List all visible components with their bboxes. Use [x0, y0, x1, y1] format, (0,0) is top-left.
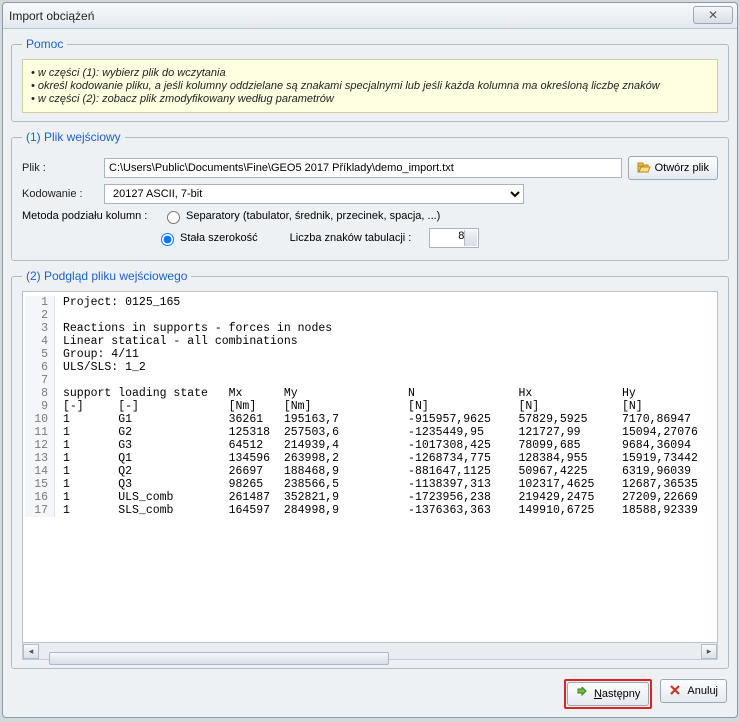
preview-textarea[interactable]: 1 2 3 4 5 6 7 8 9 10 11 12 13 14 15 16 1… [22, 291, 718, 643]
dialog-window: Import obciążeń ✕ Pomoc • w części (1): … [2, 2, 738, 718]
line-number-gutter: 1 2 3 4 5 6 7 8 9 10 11 12 13 14 15 16 1… [25, 296, 55, 517]
close-icon: ✕ [708, 8, 718, 22]
split-label: Metoda podziału kolumn : [22, 210, 156, 222]
footer: Następny Anuluj [11, 673, 729, 711]
preview-code: Project: 0125_165 Reactions in supports … [55, 296, 698, 517]
cancel-button[interactable]: Anuluj [660, 679, 727, 703]
file-label: Plik : [22, 162, 104, 174]
scroll-right-button[interactable]: ▸ [701, 644, 717, 659]
input-file-group: (1) Plik wejściowy Plik : Otwórz plik Ko… [11, 130, 729, 261]
content-area: Pomoc • w części (1): wybierz plik do wc… [3, 29, 737, 717]
help-line: • w części (2): zobacz plik zmodyfikowan… [31, 93, 709, 105]
separator-radio-input[interactable] [167, 211, 180, 224]
help-group: Pomoc • w części (1): wybierz plik do wc… [11, 37, 729, 122]
open-file-label: Otwórz plik [655, 162, 709, 174]
file-path-input[interactable] [104, 158, 622, 178]
help-line: • w części (1): wybierz plik do wczytani… [31, 67, 709, 79]
preview-legend: (2) Podgląd pliku wejściowego [22, 269, 191, 283]
help-legend: Pomoc [22, 37, 67, 51]
open-file-button[interactable]: Otwórz plik [628, 156, 718, 180]
cancel-icon [669, 684, 683, 698]
separator-radio[interactable]: Separatory (tabulator, średnik, przecine… [162, 208, 440, 224]
scroll-left-button[interactable]: ◂ [23, 644, 39, 659]
scroll-thumb[interactable] [49, 652, 389, 665]
encoding-combo[interactable]: 20127 ASCII, 7-bit [104, 184, 524, 204]
tab-count-spinner[interactable]: 8 [429, 228, 479, 248]
next-button-label: Następny [594, 688, 640, 700]
close-button[interactable]: ✕ [693, 6, 733, 24]
window-title: Import obciążeń [9, 9, 94, 23]
encoding-row: Kodowanie : 20127 ASCII, 7-bit [22, 184, 718, 204]
next-button[interactable]: Następny [567, 682, 649, 706]
fixed-width-radio-input[interactable] [161, 233, 174, 246]
tab-count-label: Liczba znaków tabulacji : [290, 232, 412, 244]
horizontal-scrollbar[interactable]: ◂ ▸ [22, 643, 718, 660]
arrow-right-icon [576, 687, 590, 701]
next-button-highlight: Następny [564, 679, 652, 709]
preview-group: (2) Podgląd pliku wejściowego 1 2 3 4 5 … [11, 269, 729, 669]
help-line: • określ kodowanie pliku, a jeśli kolumn… [31, 80, 709, 92]
titlebar: Import obciążeń ✕ [3, 3, 737, 29]
encoding-label: Kodowanie : [22, 188, 104, 200]
folder-open-icon [637, 161, 651, 175]
tab-count-value: 8 [458, 230, 464, 242]
input-file-legend: (1) Plik wejściowy [22, 130, 125, 144]
file-row: Plik : Otwórz plik [22, 156, 718, 180]
separator-radio-label: Separatory (tabulator, średnik, przecine… [186, 210, 440, 222]
help-box: • w części (1): wybierz plik do wczytani… [22, 59, 718, 113]
fixed-width-radio-label: Stała szerokość [180, 232, 258, 244]
fixed-width-radio[interactable]: Stała szerokość [156, 230, 258, 246]
split-method-row: Metoda podziału kolumn : Separatory (tab… [22, 208, 718, 224]
cancel-button-label: Anuluj [687, 685, 718, 697]
fixed-width-row: Stała szerokość Liczba znaków tabulacji … [156, 228, 718, 248]
